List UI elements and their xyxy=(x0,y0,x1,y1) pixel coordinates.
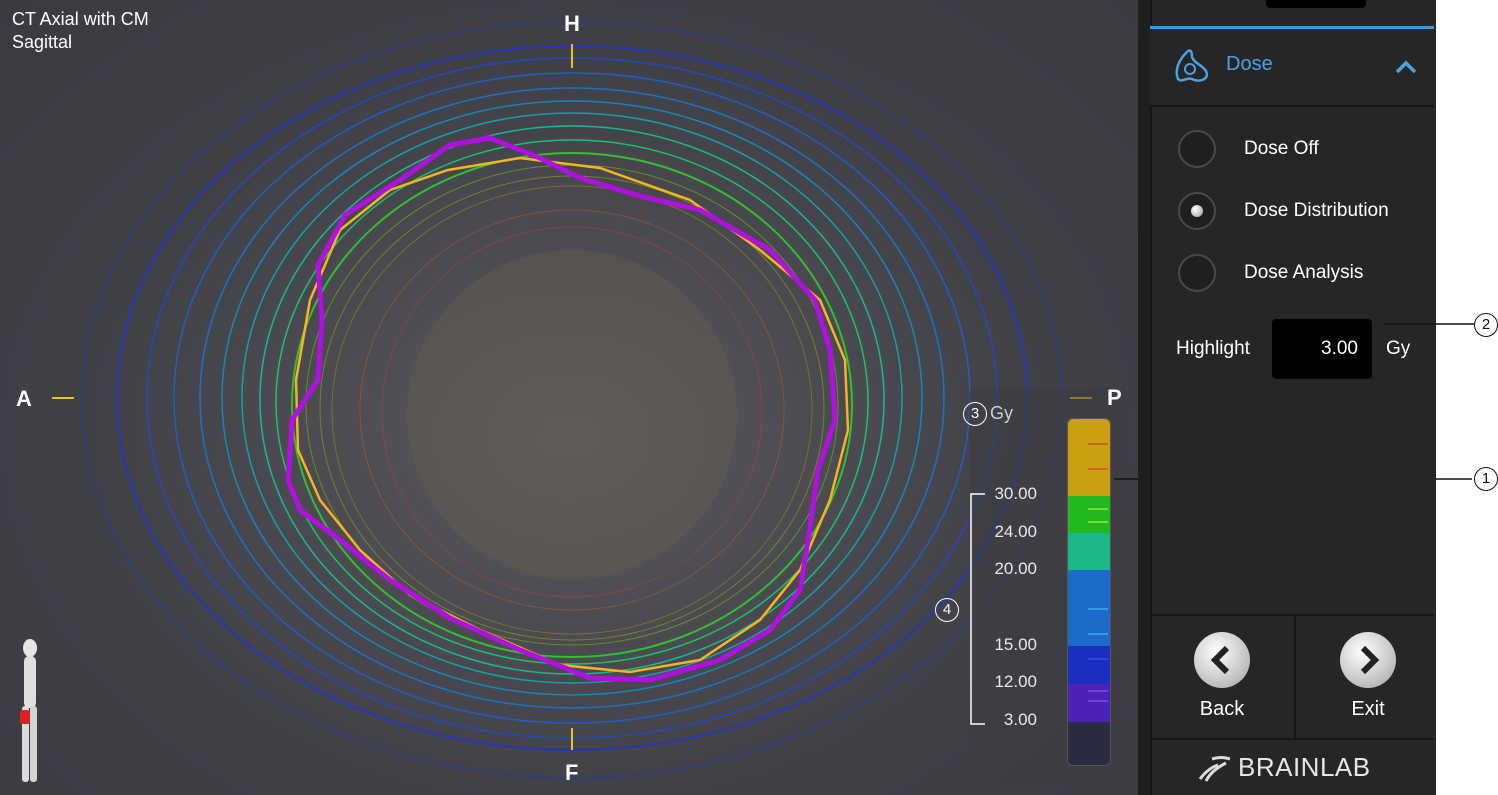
radio-dose-distribution[interactable] xyxy=(1178,192,1216,230)
back-circle xyxy=(1194,632,1250,688)
option-label: Dose Analysis xyxy=(1244,262,1364,283)
brand-name: BRAINLAB xyxy=(1238,752,1371,782)
callout-2-leader xyxy=(1384,323,1474,325)
legend-value: 30.00 xyxy=(994,484,1037,503)
view-orientation-label: Sagittal xyxy=(12,32,73,52)
highlight-unit: Gy xyxy=(1386,338,1411,359)
divider xyxy=(1150,738,1434,740)
orientation-bottom: F xyxy=(565,760,579,785)
callout-2: 2 xyxy=(1474,313,1498,337)
section-title: Dose xyxy=(1226,53,1273,75)
dose-icon xyxy=(1175,49,1209,82)
legend-value: 20.00 xyxy=(994,559,1037,578)
legend-colorbar xyxy=(1067,418,1111,766)
option-dose-analysis[interactable]: Dose Analysis xyxy=(1178,253,1363,293)
highlight-label: Highlight xyxy=(1176,338,1250,359)
brand-logo: BRAINLAB xyxy=(1196,752,1371,783)
chevron-right-icon xyxy=(1360,645,1380,675)
legend-value: 24.00 xyxy=(994,522,1037,541)
callout-1: 1 xyxy=(1474,467,1498,491)
right-panel: Dose Dose Off Dose Distribution Dose Ana… xyxy=(1138,0,1436,795)
callout-4: 4 xyxy=(935,598,959,622)
series-title: CT Axial with CM xyxy=(12,9,149,29)
brainlab-logo-icon xyxy=(1198,755,1231,782)
top-field-stub xyxy=(1266,0,1366,8)
option-label: Dose Off xyxy=(1244,138,1319,159)
chevron-left-icon xyxy=(1210,645,1230,675)
orientation-top: H xyxy=(564,11,580,36)
chevron-up-icon[interactable] xyxy=(1394,59,1418,75)
legend-value: 3.00 xyxy=(1003,710,1037,729)
back-button[interactable]: Back xyxy=(1150,616,1294,738)
exit-button[interactable]: Exit xyxy=(1296,616,1440,738)
legend-value: 12.00 xyxy=(994,672,1037,691)
dose-legend: P 3 Gy 4 30.00 24.00 20.00 15.00 12.00 3… xyxy=(935,385,1127,784)
dose-section-header[interactable]: Dose xyxy=(1150,26,1434,107)
exit-label: Exit xyxy=(1351,698,1385,720)
highlight-input[interactable]: 3.00 xyxy=(1272,319,1372,379)
radio-dose-analysis[interactable] xyxy=(1178,254,1216,292)
option-label: Dose Distribution xyxy=(1244,200,1389,221)
isodose-overlay xyxy=(52,21,1092,779)
orientation-left: A xyxy=(16,386,32,411)
back-label: Back xyxy=(1199,698,1245,720)
patient-orientation-figure-icon xyxy=(20,639,37,782)
legend-value: 15.00 xyxy=(994,635,1037,654)
radio-dose-off[interactable] xyxy=(1178,130,1216,168)
exit-circle xyxy=(1340,632,1396,688)
image-viewer[interactable]: CT Axial with CM Sagittal H F A P 3 Gy 4… xyxy=(0,0,1138,795)
option-dose-off[interactable]: Dose Off xyxy=(1178,129,1319,169)
option-dose-distribution[interactable]: Dose Distribution xyxy=(1178,191,1389,231)
